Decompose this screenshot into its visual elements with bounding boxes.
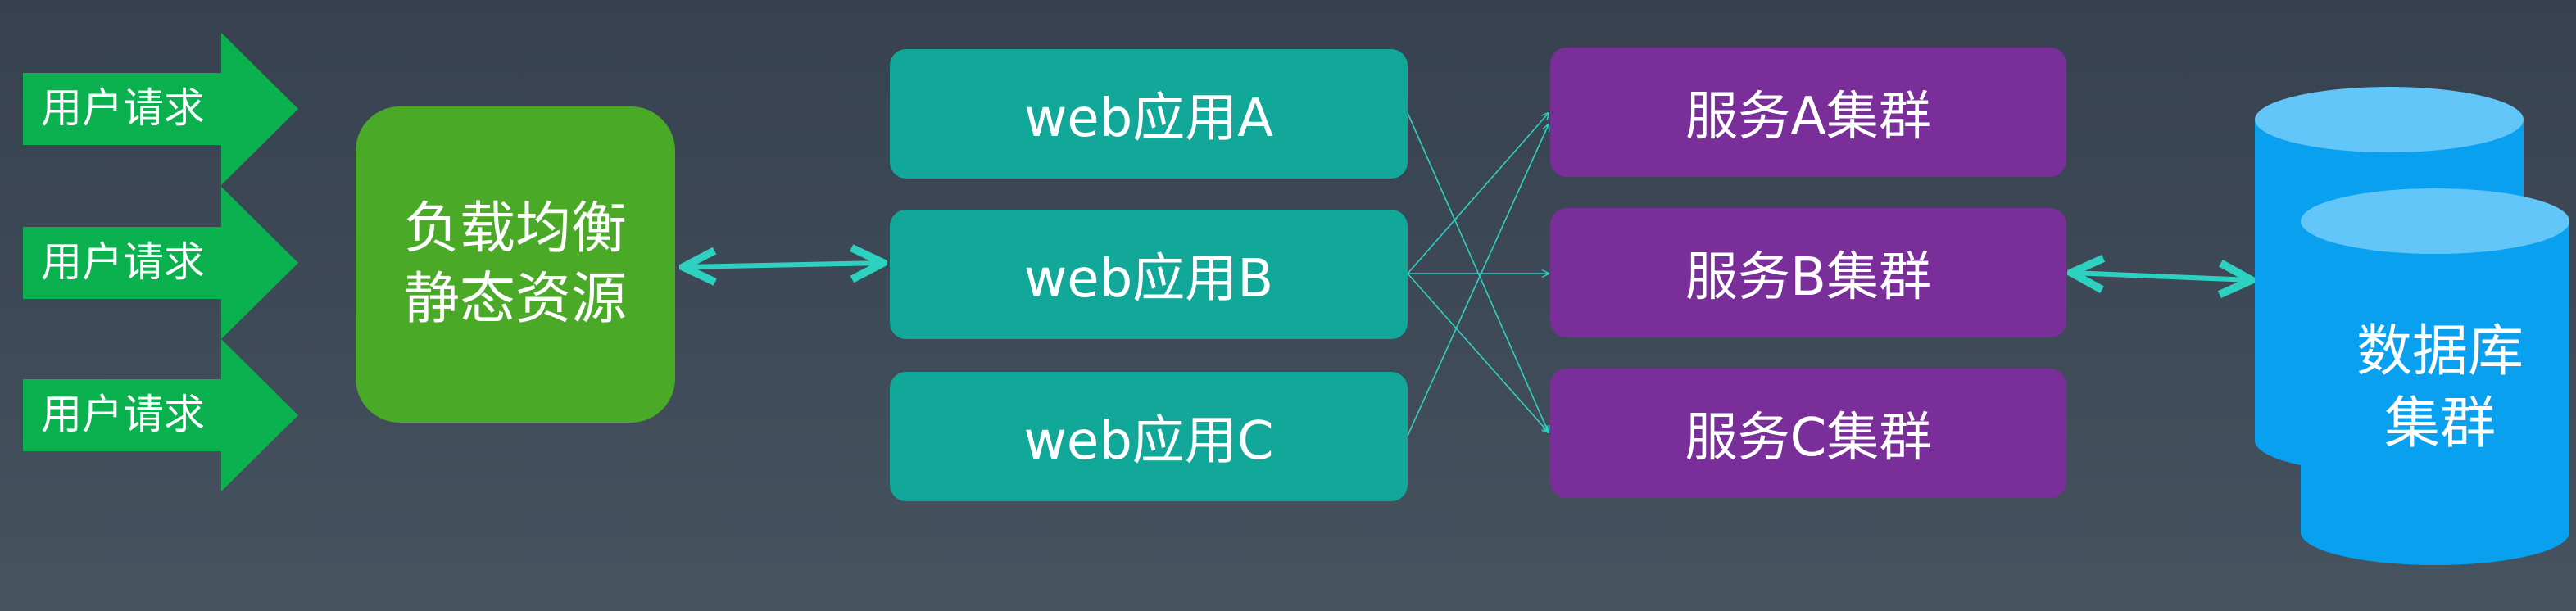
lb-web-connector [683, 263, 883, 267]
user-request-label: 用户请求 [41, 238, 205, 286]
database-label: 数据库 [2356, 319, 2524, 384]
service-cluster-label: 服务A集群 [1685, 87, 1931, 147]
service-a-cluster-box: 服务A集群 [1550, 48, 2066, 177]
service-cluster-label: 服务C集群 [1685, 408, 1932, 468]
database-cluster-label: 数据库 集群 [2301, 316, 2576, 460]
architecture-diagram: 用户请求 用户请求 用户请求 负载均衡 静态资源 web应用A web应用B w… [0, 0, 2576, 611]
web-app-b-box: web应用B [890, 210, 1408, 339]
static-resources-label: 静态资源 [403, 267, 627, 332]
load-balancer-box: 负载均衡 静态资源 [356, 106, 675, 423]
web-app-label: web应用C [1023, 411, 1274, 472]
service-c-cluster-box: 服务C集群 [1550, 369, 2066, 498]
web-app-a-box: web应用A [890, 49, 1408, 179]
service-b-cluster-box: 服务B集群 [1550, 208, 2066, 337]
service-cluster-label: 服务B集群 [1685, 247, 1931, 308]
load-balancer-label: 负载均衡 [403, 197, 627, 261]
web-app-label: web应用B [1023, 249, 1274, 310]
web-service-mesh [1407, 113, 1549, 437]
web-app-label: web应用A [1023, 88, 1274, 149]
service-db-connector [2071, 273, 2252, 280]
web-app-c-box: web应用C [890, 372, 1408, 501]
cluster-label: 集群 [2383, 391, 2496, 456]
user-request-label: 用户请求 [41, 84, 205, 132]
user-request-label: 用户请求 [41, 391, 205, 438]
